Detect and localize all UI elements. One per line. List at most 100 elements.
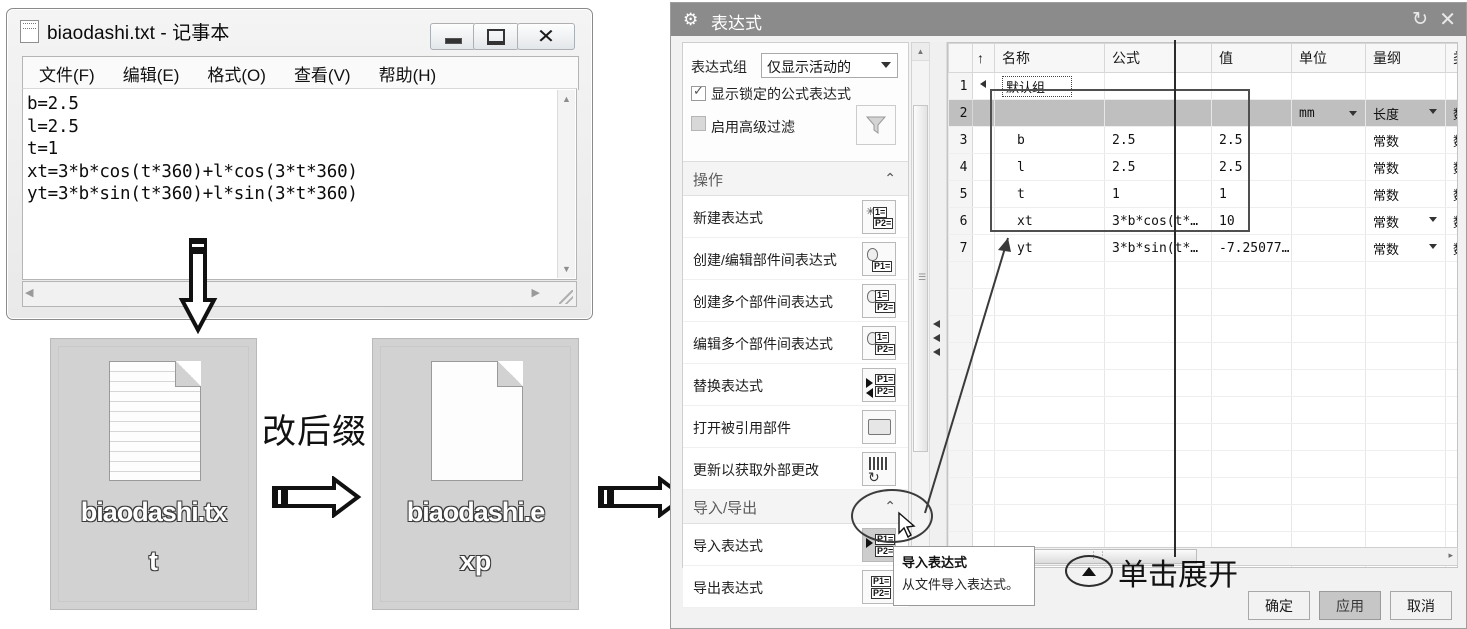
expressions-dialog[interactable]: ⚙ 表达式 ↻ ✕ 表达式组 仅显示活动的 显示锁定的公式表达式: [670, 2, 1467, 629]
cell-name[interactable]: 默认组: [994, 72, 1105, 100]
create-multi-interpart-icon[interactable]: 1= P2=: [862, 284, 896, 318]
cell-empty[interactable]: [1445, 423, 1457, 451]
cell-empty[interactable]: [948, 261, 973, 289]
cell-empty[interactable]: [948, 423, 973, 451]
col-value[interactable]: 值: [1211, 43, 1292, 73]
cell-empty[interactable]: [972, 342, 995, 370]
cell-empty[interactable]: [1291, 504, 1366, 532]
col-unit[interactable]: 单位: [1291, 43, 1366, 73]
cell-dimension[interactable]: [1365, 72, 1446, 100]
cell-empty[interactable]: [1211, 342, 1292, 370]
menu-view[interactable]: 查看(V): [282, 61, 363, 86]
row-expander[interactable]: [972, 153, 995, 181]
cell-value[interactable]: -7.25077…: [1211, 234, 1292, 262]
scroll-down-icon[interactable]: ▼: [558, 261, 575, 277]
scroll-up-icon[interactable]: ▲: [912, 43, 929, 61]
apply-button[interactable]: 应用: [1319, 591, 1381, 620]
cell-empty[interactable]: [1291, 477, 1366, 505]
cell-empty[interactable]: [994, 423, 1105, 451]
cell-empty[interactable]: [1211, 369, 1292, 397]
cell-empty[interactable]: [972, 369, 995, 397]
notepad-horizontal-scrollbar[interactable]: ◀ ▶: [22, 281, 577, 307]
cell-dimension[interactable]: 常数: [1365, 234, 1446, 262]
cell-unit[interactable]: [1291, 153, 1366, 181]
chevron-down-icon[interactable]: [1349, 110, 1357, 116]
cell-empty[interactable]: [994, 342, 1105, 370]
scroll-right-icon[interactable]: ▸: [1448, 550, 1453, 561]
chevron-down-icon[interactable]: [1429, 243, 1437, 249]
table-row-empty[interactable]: [948, 450, 1457, 478]
cell-empty[interactable]: [1365, 423, 1446, 451]
col-dimension[interactable]: 量纲: [1365, 43, 1446, 73]
scroll-left-icon[interactable]: ◀: [25, 286, 33, 299]
cell-name[interactable]: l: [994, 153, 1105, 181]
sort-ascending-icon[interactable]: ↑: [972, 43, 995, 73]
cell-empty[interactable]: [1365, 261, 1446, 289]
ok-button[interactable]: 确定: [1248, 591, 1310, 620]
cell-formula[interactable]: 2.5: [1104, 126, 1212, 154]
splitter-arrow-icon[interactable]: [933, 334, 940, 342]
cell-empty[interactable]: [994, 288, 1105, 316]
table-row[interactable]: 5t11常数数字: [948, 180, 1457, 208]
cell-empty[interactable]: [994, 396, 1105, 424]
cell-dimension[interactable]: 常数: [1365, 126, 1446, 154]
cell-empty[interactable]: [948, 450, 973, 478]
cell-empty[interactable]: [1445, 477, 1457, 505]
cell-empty[interactable]: [1291, 450, 1366, 478]
action-create-multi-interpart[interactable]: 创建多个部件间表达式 1= P2=: [683, 280, 908, 322]
cell-empty[interactable]: [948, 288, 973, 316]
action-update-external-changes[interactable]: 更新以获取外部更改 ↻: [683, 448, 908, 490]
cell-empty[interactable]: [1104, 504, 1212, 532]
cell-empty[interactable]: [1445, 315, 1457, 343]
cell-formula[interactable]: 3*b*sin(t*…: [1104, 234, 1212, 262]
dialog-left-panel[interactable]: 表达式组 仅显示活动的 显示锁定的公式表达式 启用高级过滤: [682, 42, 909, 608]
cell-empty[interactable]: [1445, 369, 1457, 397]
cell-formula[interactable]: 2.5: [1104, 153, 1212, 181]
cell-empty[interactable]: [1291, 315, 1366, 343]
cell-unit[interactable]: [1291, 126, 1366, 154]
cell-empty[interactable]: [1445, 396, 1457, 424]
cell-empty[interactable]: [1445, 450, 1457, 478]
cell-type[interactable]: 数字: [1445, 99, 1457, 127]
cell-empty[interactable]: [948, 477, 973, 505]
menu-file[interactable]: 文件(F): [27, 61, 107, 86]
cell-value[interactable]: [1211, 99, 1292, 127]
show-locked-checkbox[interactable]: [691, 83, 706, 101]
cell-type[interactable]: 数字: [1445, 153, 1457, 181]
cell-empty[interactable]: [1445, 504, 1457, 532]
cell-type[interactable]: 数字: [1445, 234, 1457, 262]
cell-empty[interactable]: [994, 315, 1105, 343]
cell-value[interactable]: 2.5: [1211, 126, 1292, 154]
cancel-button[interactable]: 取消: [1390, 591, 1452, 620]
open-referenced-part-icon[interactable]: [862, 410, 896, 444]
cell-empty[interactable]: [1211, 288, 1292, 316]
scroll-up-icon[interactable]: ▲: [558, 91, 575, 107]
cell-formula[interactable]: 1: [1104, 180, 1212, 208]
row-expander[interactable]: [972, 180, 995, 208]
notepad-titlebar[interactable]: biaodashi.txt - 记事本 ✕: [7, 9, 592, 51]
table-row-empty[interactable]: [948, 504, 1457, 532]
close-button[interactable]: ✕: [517, 23, 575, 50]
cell-dimension[interactable]: 长度: [1365, 99, 1446, 127]
panel-splitter[interactable]: [929, 42, 947, 568]
col-type[interactable]: 类型: [1445, 43, 1457, 73]
cell-empty[interactable]: [1211, 396, 1292, 424]
action-replace-expression[interactable]: 替换表达式 P1= P2=: [683, 364, 908, 406]
new-expression-icon[interactable]: ✳ 1= P2=: [862, 200, 896, 234]
cell-empty[interactable]: [1104, 396, 1212, 424]
cell-empty[interactable]: [972, 477, 995, 505]
funnel-icon[interactable]: [856, 105, 896, 145]
cell-empty[interactable]: [1104, 261, 1212, 289]
notepad-window[interactable]: biaodashi.txt - 记事本 ✕ 文件(F) 编辑(E) 格式(O) …: [6, 8, 593, 320]
cell-empty[interactable]: [1365, 504, 1446, 532]
table-row-empty[interactable]: [948, 288, 1457, 316]
cell-value[interactable]: [1211, 72, 1292, 100]
close-icon[interactable]: ✕: [1439, 7, 1456, 32]
cell-empty[interactable]: [1211, 504, 1292, 532]
cell-empty[interactable]: [1365, 315, 1446, 343]
menu-help[interactable]: 帮助(H): [367, 61, 449, 86]
action-export-expression[interactable]: 导出表达式 P1= P2=: [683, 566, 908, 608]
table-row-empty[interactable]: [948, 396, 1457, 424]
chevron-up-icon[interactable]: ⌃: [884, 170, 896, 187]
cell-empty[interactable]: [1211, 477, 1292, 505]
